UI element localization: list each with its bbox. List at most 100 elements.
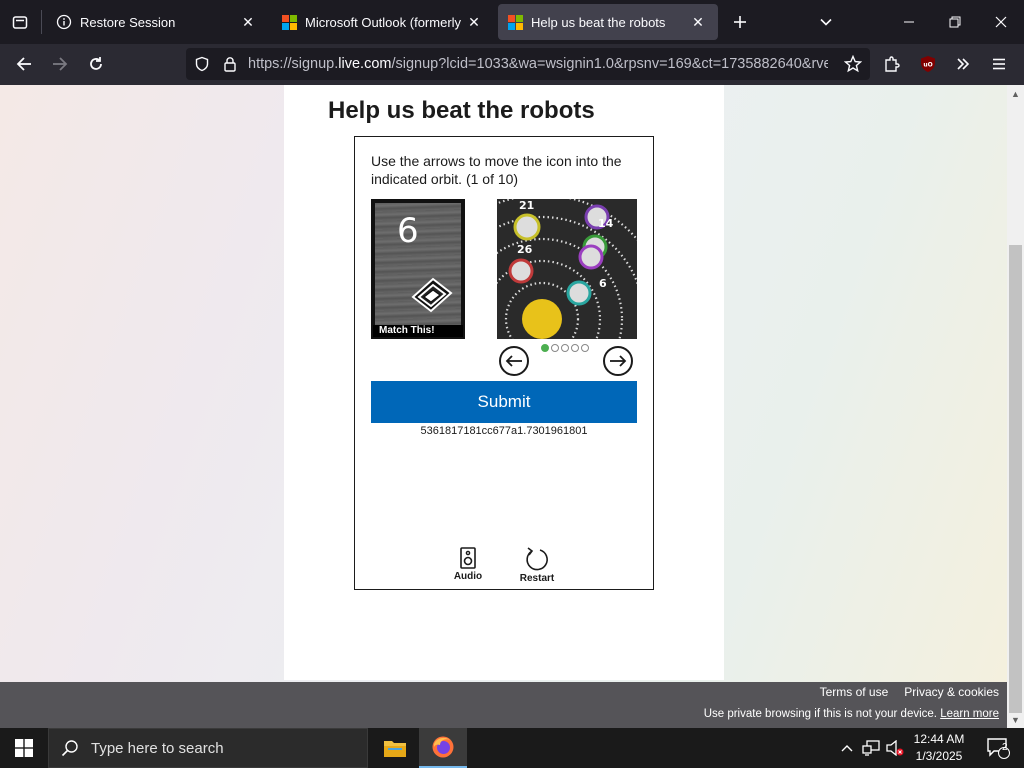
session-id: 5361817181cc677a1.7301961801	[420, 425, 588, 437]
scroll-down-icon[interactable]: ▼	[1007, 711, 1024, 728]
close-tab-icon[interactable]: ✕	[238, 12, 258, 32]
show-hidden-icons-button[interactable]	[836, 728, 858, 768]
address-bar[interactable]: https://signup.live.com/signup?lcid=1033…	[186, 48, 870, 80]
taskbar-search-box[interactable]: Type here to search	[48, 728, 368, 768]
list-all-tabs-button[interactable]	[803, 0, 849, 44]
orbit-icon-red	[508, 258, 534, 284]
firefox-view-button[interactable]	[0, 0, 40, 44]
arrow-right-icon	[53, 57, 68, 71]
volume-button[interactable]	[884, 728, 906, 768]
terms-link[interactable]: Terms of use	[820, 685, 889, 699]
system-clock[interactable]: 12:44 AM 1/3/2025	[908, 731, 970, 765]
restore-icon	[949, 16, 961, 28]
shield-icon[interactable]	[194, 56, 210, 72]
forward-button[interactable]	[44, 48, 76, 80]
page-scrollbar[interactable]: ▲ ▼	[1007, 85, 1024, 728]
restart-icon	[526, 547, 548, 571]
tab-title: Microsoft Outlook (formerly Hotmail)	[305, 14, 464, 30]
restore-button[interactable]	[932, 0, 978, 44]
extensions-button[interactable]	[876, 48, 908, 80]
restart-label: Restart	[519, 573, 555, 584]
tab-restore-session[interactable]: Restore Session ✕	[46, 4, 268, 40]
back-button[interactable]	[8, 48, 40, 80]
scroll-thumb[interactable]	[1009, 245, 1022, 713]
arrow-left-icon	[16, 57, 31, 71]
privacy-link[interactable]: Privacy & cookies	[904, 685, 999, 699]
clock-date: 1/3/2025	[915, 749, 963, 763]
progress-dot	[551, 344, 559, 352]
stacked-cards-icon	[411, 277, 453, 313]
orbit-icon-teal	[566, 280, 592, 306]
reload-icon	[90, 57, 102, 70]
tab-outlook[interactable]: Microsoft Outlook (formerly Hotmail) ✕	[272, 4, 494, 40]
audio-label: Audio	[453, 571, 483, 582]
minimize-button[interactable]	[886, 0, 932, 44]
start-button[interactable]	[0, 728, 48, 768]
orbit-diagram: 21 14 26 6	[497, 199, 637, 339]
tab-bar: Restore Session ✕ Microsoft Outlook (for…	[0, 0, 1024, 44]
app-menu-button[interactable]	[983, 48, 1015, 80]
previous-arrow-button[interactable]	[499, 346, 529, 376]
progress-dot-active	[541, 344, 549, 352]
signup-card: Help us beat the robots Use the arrows t…	[284, 85, 724, 680]
captcha-instruction: Use the arrows to move the icon into the…	[371, 153, 622, 187]
match-number: 6	[397, 211, 419, 251]
orbit-image: 21 14 26 6	[497, 199, 637, 339]
audio-button[interactable]: Audio	[443, 547, 493, 582]
svg-text:6: 6	[599, 277, 607, 290]
ublock-origin-button[interactable]: uO	[912, 48, 944, 80]
learn-more-link[interactable]: Learn more	[940, 708, 999, 720]
page-content: Help us beat the robots Use the arrows t…	[0, 85, 1007, 682]
speaker-icon	[460, 547, 476, 569]
firefox-icon	[432, 736, 454, 758]
network-status-button[interactable]	[860, 728, 882, 768]
private-browsing-text: Use private browsing if this is not your…	[703, 708, 937, 720]
notification-count: 2	[1002, 742, 1008, 753]
double-chevron-right-icon	[957, 58, 970, 70]
captcha-panel: Use the arrows to move the icon into the…	[354, 136, 654, 590]
sun-icon	[522, 299, 562, 339]
firefox-taskbar-button[interactable]	[419, 728, 467, 768]
orbit-icon-yellow	[513, 213, 541, 241]
close-tab-icon[interactable]: ✕	[688, 12, 708, 32]
url-text[interactable]: https://signup.live.com/signup?lcid=1033…	[248, 48, 828, 80]
tab-title: Restore Session	[80, 14, 176, 30]
file-explorer-button[interactable]	[371, 728, 419, 768]
close-window-button[interactable]	[978, 0, 1024, 44]
reload-button[interactable]	[80, 48, 112, 80]
info-icon	[56, 14, 72, 30]
windows-logo-icon	[15, 739, 33, 757]
scroll-up-icon[interactable]: ▲	[1007, 85, 1024, 102]
new-tab-button[interactable]	[717, 0, 763, 44]
svg-text:26: 26	[517, 243, 533, 256]
close-tab-icon[interactable]: ✕	[464, 12, 484, 32]
orbit-icon-violet	[578, 244, 604, 270]
clock-time: 12:44 AM	[913, 732, 965, 746]
minimize-icon	[904, 21, 914, 23]
tab-help-us-beat-the-robots[interactable]: Help us beat the robots ✕	[498, 4, 718, 40]
progress-dot	[581, 344, 589, 352]
bookmark-button[interactable]	[837, 48, 869, 80]
progress-dot	[561, 344, 569, 352]
svg-text:21: 21	[519, 199, 534, 212]
private-browsing-note: Use private browsing if this is not your…	[704, 708, 999, 720]
firefox-view-icon	[12, 16, 28, 29]
footer-links: Terms of use Privacy & cookies	[820, 685, 999, 699]
progress-dot	[571, 344, 579, 352]
tab-separator	[41, 10, 42, 34]
action-center-button[interactable]: 2	[978, 728, 1018, 768]
restart-button[interactable]: Restart	[512, 547, 562, 584]
puzzle-icon	[885, 56, 900, 72]
arrow-right-icon	[610, 355, 627, 367]
star-icon	[844, 55, 862, 73]
lock-icon[interactable]	[222, 56, 238, 72]
plus-icon	[734, 16, 746, 28]
submit-button[interactable]: Submit	[371, 381, 637, 423]
svg-text:14: 14	[598, 217, 614, 230]
next-arrow-button[interactable]	[603, 346, 633, 376]
windows-taskbar: Type here to search 12:44 AM 1/3/2025 2	[0, 728, 1024, 768]
close-icon	[995, 16, 1007, 28]
overflow-menu-button[interactable]	[947, 48, 979, 80]
page-title: Help us beat the robots	[328, 97, 595, 124]
match-label: Match This!	[373, 325, 463, 337]
